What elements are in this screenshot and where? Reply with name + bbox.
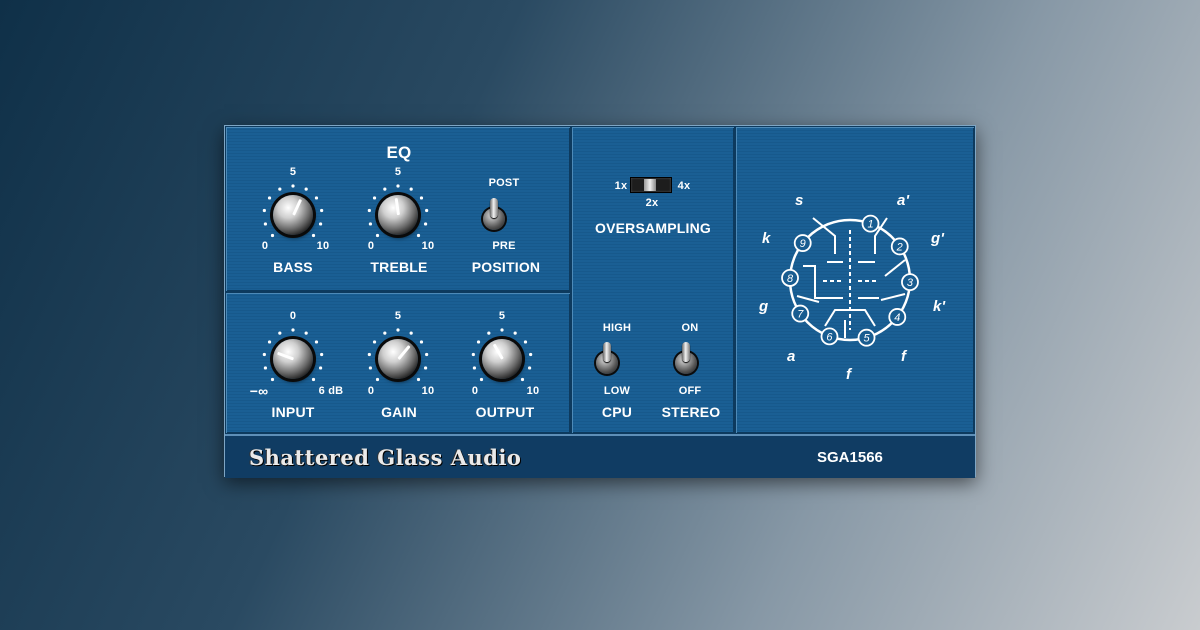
cpu-high-label: HIGH	[602, 322, 632, 334]
pin-label-f2: f	[901, 348, 907, 365]
bass-max-tick: 10	[316, 240, 330, 252]
tube-pin-number: 7	[797, 309, 804, 321]
tube-internals	[796, 217, 906, 338]
oversampling-1x[interactable]: 1x	[615, 180, 628, 192]
bass-pointer	[292, 198, 303, 216]
cpu-label: CPU	[601, 404, 633, 420]
stereo-lever	[682, 342, 690, 362]
gain-max-tick: 10	[421, 385, 435, 397]
tube-pin-number: 3	[907, 277, 914, 289]
treble-mid-tick: 5	[394, 166, 402, 178]
stereo-toggle[interactable]	[675, 342, 697, 374]
input-knob[interactable]	[273, 339, 313, 379]
oversampling-thumb	[644, 179, 656, 191]
tube-pin-number: 5	[863, 333, 870, 345]
input-max-tick: 6 dB	[318, 385, 344, 397]
pin-label-g1: g'	[931, 230, 945, 247]
input-min-tick: −∞	[249, 383, 269, 399]
stereo-off-label: OFF	[678, 385, 702, 397]
pin-label-a1: a'	[897, 192, 910, 209]
oversampling-label: OVERSAMPLING	[595, 220, 711, 236]
treble-knob[interactable]	[378, 195, 418, 235]
oversampling-2x[interactable]: 2x	[646, 197, 659, 209]
stereo-label: STEREO	[661, 404, 721, 420]
output-label: OUTPUT	[475, 404, 535, 420]
output-mid-tick: 5	[498, 310, 506, 322]
plugin-window: EQ 5 0 10 BASS 5 0 10 TREBLE POST PRE PO…	[224, 125, 976, 478]
position-toggle[interactable]	[483, 198, 505, 230]
tube-pin-number: 8	[787, 273, 794, 285]
pin-label-g: g	[759, 298, 769, 315]
oversampling-switch[interactable]	[630, 177, 672, 193]
position-lever	[490, 198, 498, 218]
bass-knob[interactable]	[273, 195, 313, 235]
pin-label-s: s	[795, 192, 804, 209]
tube-pin-number: 6	[826, 331, 833, 343]
output-min-tick: 0	[471, 385, 479, 397]
input-mid-tick: 0	[289, 310, 297, 322]
tube-pinout-diagram: 1 2 3 4 5 6 7 8 9	[781, 214, 919, 347]
cpu-low-label: LOW	[603, 385, 631, 397]
tube-pin-number: 2	[896, 241, 903, 253]
output-knob[interactable]	[482, 339, 522, 379]
position-post-label: POST	[488, 177, 520, 189]
tube-pin-number: 4	[894, 312, 900, 324]
input-pointer	[277, 351, 295, 361]
pin-label-f1: f	[846, 366, 852, 383]
gain-pointer	[397, 345, 411, 360]
cpu-toggle[interactable]	[596, 342, 618, 374]
position-pre-label: PRE	[492, 240, 516, 252]
pin-label-a: a	[787, 348, 796, 365]
tube-pin-number: 1	[867, 219, 873, 231]
treble-label: TREBLE	[370, 259, 428, 275]
gain-mid-tick: 5	[394, 310, 402, 322]
brand-logo: Shattered Glass Audio	[249, 445, 522, 470]
position-label: POSITION	[471, 259, 541, 275]
input-label: INPUT	[271, 404, 315, 420]
bass-min-tick: 0	[261, 240, 269, 252]
output-pointer	[492, 343, 504, 360]
tube-pin-number: 9	[800, 238, 806, 250]
treble-pointer	[394, 197, 400, 216]
treble-min-tick: 0	[367, 240, 375, 252]
cpu-lever	[603, 342, 611, 362]
pin-label-k1: k'	[933, 298, 946, 315]
model-name: SGA1566	[817, 449, 883, 466]
settings-panel	[571, 126, 735, 434]
gain-knob[interactable]	[378, 339, 418, 379]
stereo-on-label: ON	[681, 322, 699, 334]
gain-min-tick: 0	[367, 385, 375, 397]
bass-label: BASS	[273, 259, 313, 275]
treble-max-tick: 10	[421, 240, 435, 252]
output-max-tick: 10	[526, 385, 540, 397]
pin-label-k: k	[762, 230, 771, 247]
footer-bar: Shattered Glass Audio SGA1566	[225, 434, 975, 478]
gain-label: GAIN	[381, 404, 417, 420]
oversampling-4x[interactable]: 4x	[678, 180, 691, 192]
